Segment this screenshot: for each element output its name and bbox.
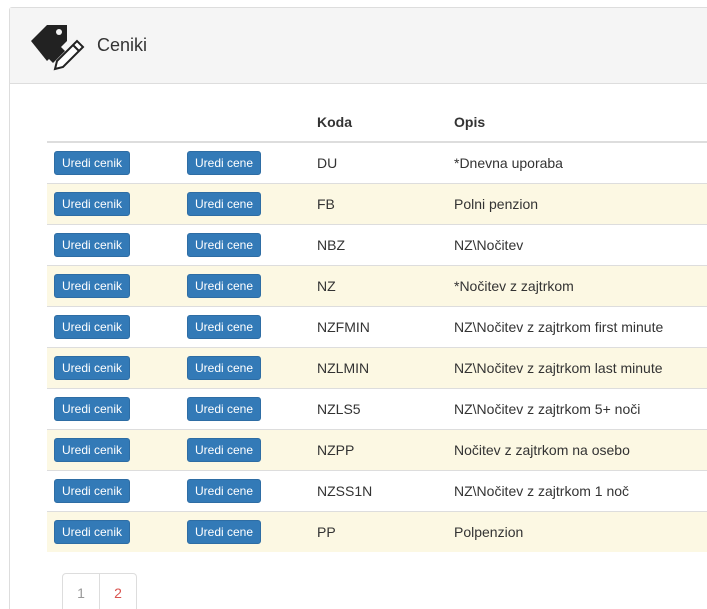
row-code: NZLS5 — [312, 388, 449, 430]
edit-prices-button[interactable]: Uredi cene — [187, 315, 262, 339]
edit-prices-button[interactable]: Uredi cene — [187, 233, 262, 257]
edit-prices-button[interactable]: Uredi cene — [187, 356, 262, 380]
table-row: Uredi cenik Uredi cene NZLMIN NZ\Nočitev… — [47, 347, 707, 389]
header-actions-1 — [47, 103, 181, 143]
row-code: NZFMIN — [312, 306, 449, 348]
row-code: PP — [312, 511, 449, 552]
pagination-page-1[interactable]: 1 — [62, 573, 100, 609]
edit-pricelist-button[interactable]: Uredi cenik — [54, 151, 131, 175]
edit-pricelist-button[interactable]: Uredi cenik — [54, 356, 131, 380]
row-description: NZ\Nočitev z zajtrkom first minute — [449, 306, 707, 348]
row-description: NZ\Nočitev z zajtrkom last minute — [449, 347, 707, 389]
edit-prices-button[interactable]: Uredi cene — [187, 520, 262, 544]
table-row: Uredi cenik Uredi cene NZFMIN NZ\Nočitev… — [47, 306, 707, 348]
row-code: NZPP — [312, 429, 449, 471]
pricelists-panel: Ceniki Koda Opis Uredi cenik Uredi cene … — [9, 7, 707, 609]
edit-pricelist-button[interactable]: Uredi cenik — [54, 315, 131, 339]
row-description: Nočitev z zajtrkom na osebo — [449, 429, 707, 471]
edit-pricelist-button[interactable]: Uredi cenik — [54, 233, 131, 257]
row-code: DU — [312, 141, 449, 184]
row-description: NZ\Nočitev z zajtrkom 1 noč — [449, 470, 707, 512]
edit-prices-button[interactable]: Uredi cene — [187, 151, 262, 175]
row-description: *Dnevna uporaba — [449, 141, 707, 184]
table-row: Uredi cenik Uredi cene NBZ NZ\Nočitev — [47, 224, 707, 266]
row-code: NZ — [312, 265, 449, 307]
edit-prices-button[interactable]: Uredi cene — [187, 479, 262, 503]
edit-prices-button[interactable]: Uredi cene — [187, 438, 262, 462]
pagination: 1 2 — [62, 573, 137, 609]
edit-pricelist-button[interactable]: Uredi cenik — [54, 438, 131, 462]
edit-pricelist-button[interactable]: Uredi cenik — [54, 192, 131, 216]
header-code: Koda — [312, 103, 449, 143]
tag-edit-icon — [31, 24, 85, 70]
table-row: Uredi cenik Uredi cene PP Polpenzion — [47, 511, 707, 552]
edit-prices-button[interactable]: Uredi cene — [187, 274, 262, 298]
edit-prices-button[interactable]: Uredi cene — [187, 397, 262, 421]
table-header-row: Koda Opis — [47, 103, 707, 143]
table-row: Uredi cenik Uredi cene NZ *Nočitev z zaj… — [47, 265, 707, 307]
row-description: NZ\Nočitev z zajtrkom 5+ noči — [449, 388, 707, 430]
row-description: NZ\Nočitev — [449, 224, 707, 266]
row-code: FB — [312, 183, 449, 225]
pagination-page-2[interactable]: 2 — [100, 573, 137, 609]
header-description: Opis — [449, 103, 707, 143]
pricelist-table-wrap: Koda Opis Uredi cenik Uredi cene DU *Dne… — [47, 103, 707, 552]
table-row: Uredi cenik Uredi cene FB Polni penzion — [47, 183, 707, 225]
edit-pricelist-button[interactable]: Uredi cenik — [54, 274, 131, 298]
panel-heading: Ceniki — [10, 8, 707, 84]
panel-title: Ceniki — [97, 35, 148, 55]
table-row: Uredi cenik Uredi cene NZLS5 NZ\Nočitev … — [47, 388, 707, 430]
edit-prices-button[interactable]: Uredi cene — [187, 192, 262, 216]
edit-pricelist-button[interactable]: Uredi cenik — [54, 520, 131, 544]
table-row: Uredi cenik Uredi cene NZPP Nočitev z za… — [47, 429, 707, 471]
row-description: *Nočitev z zajtrkom — [449, 265, 707, 307]
table-row: Uredi cenik Uredi cene DU *Dnevna uporab… — [47, 141, 707, 184]
row-code: NZLMIN — [312, 347, 449, 389]
row-code: NBZ — [312, 224, 449, 266]
table-row: Uredi cenik Uredi cene NZSS1N NZ\Nočitev… — [47, 470, 707, 512]
row-description: Polni penzion — [449, 183, 707, 225]
row-description: Polpenzion — [449, 511, 707, 552]
edit-pricelist-button[interactable]: Uredi cenik — [54, 479, 131, 503]
header-actions-2 — [181, 103, 312, 143]
edit-pricelist-button[interactable]: Uredi cenik — [54, 397, 131, 421]
page: Ceniki Koda Opis Uredi cenik Uredi cene … — [0, 0, 707, 609]
row-code: NZSS1N — [312, 470, 449, 512]
pricelist-table: Koda Opis Uredi cenik Uredi cene DU *Dne… — [47, 103, 707, 552]
